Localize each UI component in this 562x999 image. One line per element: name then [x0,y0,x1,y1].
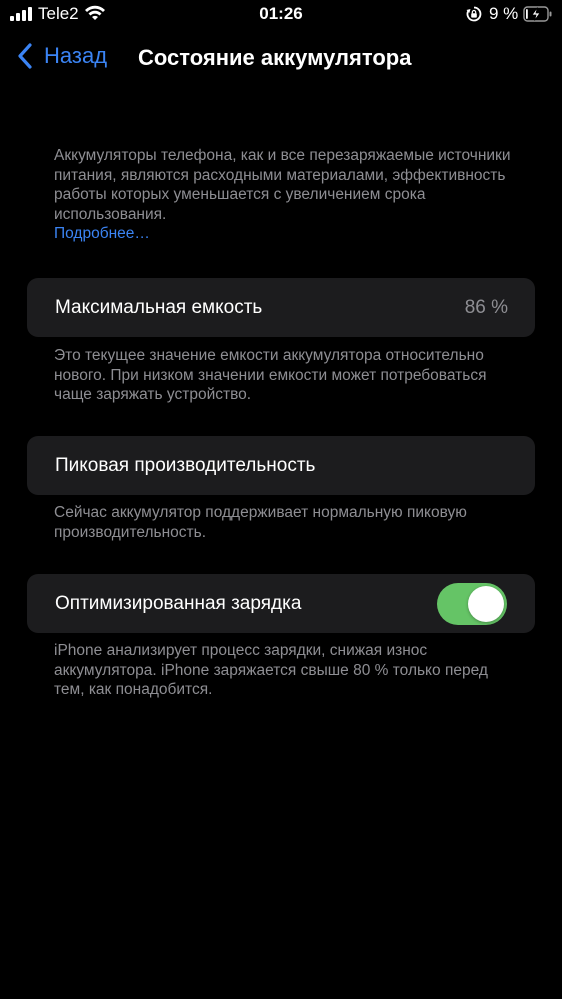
peak-performance-cell: Пиковая производительность [27,436,535,495]
battery-charging-icon [523,6,552,22]
back-button-label: Назад [44,43,108,68]
navigation-bar: Назад Состояние аккумулятора [0,36,562,80]
max-capacity-label: Максимальная емкость [55,296,263,318]
optimized-charging-toggle[interactable] [437,582,507,625]
max-capacity-value: 86 % [464,296,508,318]
battery-percentage: 9 % [489,4,519,23]
page-title: Состояние аккумулятора [138,45,412,70]
back-button[interactable]: Назад [16,42,107,70]
rotation-lock-icon [466,6,482,22]
intro-text: Аккумуляторы телефона, как и все перезар… [54,147,511,223]
max-capacity-footnote: Это текущее значение емкости аккумулятор… [54,347,487,403]
optimized-charging-footnote: iPhone анализирует процесс зарядки, сниж… [54,642,488,698]
toggle-knob [468,585,504,622]
chevron-left-icon [18,43,32,69]
peak-performance-footnote: Сейчас аккумулятор поддерживает нормальн… [54,504,467,541]
optimized-charging-cell: Оптимизированная зарядка [27,574,535,633]
status-bar: Tele2 01:26 9 % [0,0,562,30]
peak-performance-label: Пиковая производительность [55,454,316,476]
optimized-charging-label: Оптимизированная зарядка [55,592,302,614]
intro-description: Аккумуляторы телефона, как и все перезар… [54,146,514,244]
max-capacity-cell: Максимальная емкость 86 % [27,278,535,337]
battery-health-screen: Tele2 01:26 9 % Назад Состояние аккумуля… [0,0,562,999]
learn-more-link[interactable]: Подробнее… [54,224,514,244]
